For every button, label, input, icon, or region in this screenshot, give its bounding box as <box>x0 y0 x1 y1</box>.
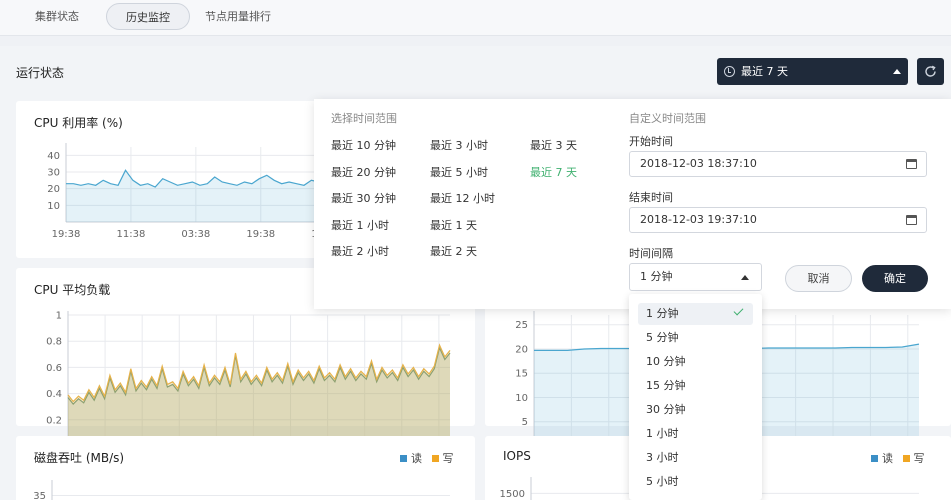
interval-option[interactable]: 15 分钟 <box>638 375 753 397</box>
interval-option-label: 5 小时 <box>646 475 679 488</box>
y-tick-label: 0.8 <box>46 337 62 348</box>
y-tick-label: 30 <box>47 168 60 179</box>
caret-up-icon <box>741 275 749 280</box>
interval-option[interactable]: 5 分钟 <box>638 327 753 349</box>
interval-option[interactable]: 30 分钟 <box>638 399 753 421</box>
custom-heading: 自定义时间范围 <box>629 112 706 125</box>
y-tick-label: 0.6 <box>46 363 62 374</box>
interval-option-label: 15 分钟 <box>646 379 686 392</box>
y-tick-label: 10 <box>515 393 528 404</box>
disk-throughput-card: 磁盘吞吐 (MB/s) 读 写 3035 <box>16 436 475 500</box>
y-tick-label: 20 <box>47 184 60 195</box>
clock-icon <box>724 66 735 77</box>
y-tick-label: 1500 <box>500 489 525 500</box>
end-time-value: 2018-12-03 19:37:10 <box>640 213 757 226</box>
interval-option[interactable]: 5 小时 <box>638 471 753 493</box>
x-tick-label: 11:38 <box>117 229 146 240</box>
preset-option[interactable]: 最近 1 小时 <box>331 217 389 233</box>
start-time-label: 开始时间 <box>629 135 673 148</box>
interval-option-label: 5 分钟 <box>646 331 679 344</box>
preset-option[interactable]: 最近 20 分钟 <box>331 164 396 180</box>
preset-option[interactable]: 最近 2 天 <box>430 243 477 259</box>
time-range-label: 最近 7 天 <box>741 65 788 78</box>
interval-option-label: 1 分钟 <box>646 307 679 320</box>
time-range-button[interactable]: 最近 7 天 <box>717 58 908 85</box>
end-time-input[interactable]: 2018-12-03 19:37:10 <box>629 207 927 233</box>
y-tick-label: 35 <box>33 491 46 500</box>
preset-option[interactable]: 最近 12 小时 <box>430 190 495 206</box>
x-tick-label: 19:38 <box>52 229 81 240</box>
time-range-popover: 选择时间范围 最近 10 分钟 最近 20 分钟 最近 30 分钟 最近 1 小时 最近… <box>314 99 951 309</box>
interval-dropdown: 1 分钟 5 分钟 10 分钟 15 分钟 30 分钟 1 小时 3 小时 5 小时 <box>629 294 762 500</box>
interval-option-label: 3 小时 <box>646 451 679 464</box>
y-tick-label: 20 <box>515 344 528 355</box>
y-tick-label: 15 <box>515 369 528 380</box>
interval-option[interactable]: 1 小时 <box>638 423 753 445</box>
interval-option-label: 30 分钟 <box>646 403 686 416</box>
y-tick-label: 10 <box>47 201 60 212</box>
tab-node-usage-ranking[interactable]: 节点用量排行 <box>186 3 290 30</box>
interval-option-label: 1 小时 <box>646 427 679 440</box>
preset-heading: 选择时间范围 <box>331 112 397 125</box>
refresh-button[interactable] <box>917 58 944 85</box>
start-time-input[interactable]: 2018-12-03 18:37:10 <box>629 151 927 177</box>
y-tick-label: 1 <box>56 311 62 322</box>
y-tick-label: 0.4 <box>46 389 62 400</box>
start-time-value: 2018-12-03 18:37:10 <box>640 157 757 170</box>
tab-history-monitor[interactable]: 历史监控 <box>106 3 190 30</box>
y-tick-label: 25 <box>515 320 528 331</box>
end-time-label: 结束时间 <box>629 191 673 204</box>
preset-option[interactable]: 最近 2 小时 <box>331 243 389 259</box>
y-tick-label: 0.2 <box>46 415 62 426</box>
y-tick-label: 40 <box>47 151 60 162</box>
y-tick-label: 5 <box>522 417 528 428</box>
section-title: 运行状态 <box>16 66 65 80</box>
interval-select[interactable]: 1 分钟 <box>629 263 762 291</box>
refresh-icon <box>925 65 936 77</box>
calendar-icon[interactable] <box>906 215 917 225</box>
interval-option-label: 10 分钟 <box>646 355 686 368</box>
check-icon <box>733 305 744 316</box>
preset-option[interactable]: 最近 7 天 <box>530 164 577 180</box>
interval-option[interactable]: 3 小时 <box>638 447 753 469</box>
interval-value: 1 分钟 <box>640 270 673 283</box>
preset-option[interactable]: 最近 1 天 <box>430 217 477 233</box>
interval-label: 时间间隔 <box>629 247 673 260</box>
preset-option[interactable]: 最近 3 天 <box>530 137 577 153</box>
tab-cluster-status[interactable]: 集群状态 <box>16 3 98 30</box>
x-tick-label: 03:38 <box>181 229 210 240</box>
preset-option[interactable]: 最近 10 分钟 <box>331 137 396 153</box>
disk-throughput-chart: 3035 <box>33 480 450 500</box>
preset-option[interactable]: 最近 30 分钟 <box>331 190 396 206</box>
top-nav: 集群状态 历史监控 节点用量排行 <box>0 0 951 36</box>
preset-option[interactable]: 最近 5 小时 <box>430 164 488 180</box>
confirm-button[interactable]: 确定 <box>862 265 928 292</box>
cancel-button[interactable]: 取消 <box>785 265 852 292</box>
preset-option[interactable]: 最近 3 小时 <box>430 137 488 153</box>
calendar-icon[interactable] <box>906 159 917 169</box>
interval-option[interactable]: 10 分钟 <box>638 351 753 373</box>
caret-up-icon <box>893 69 901 74</box>
series-area <box>68 345 450 446</box>
x-tick-label: 19:38 <box>246 229 275 240</box>
interval-option[interactable]: 1 分钟 <box>638 303 753 325</box>
